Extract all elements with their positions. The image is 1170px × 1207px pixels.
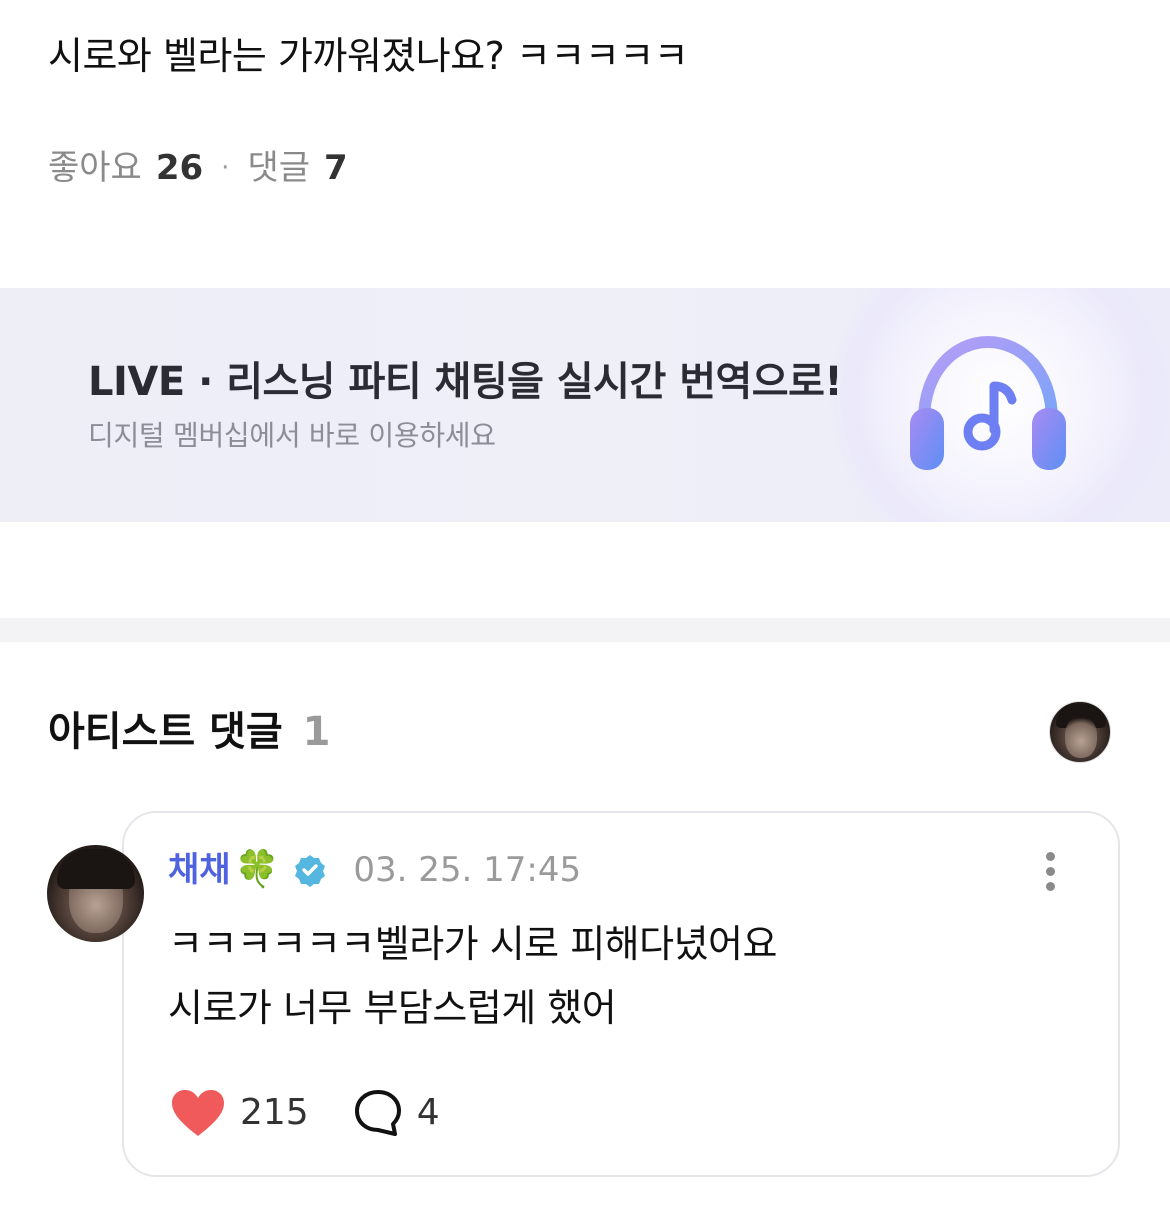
promo-banner[interactable]: LIVE · 리스닝 파티 채팅을 실시간 번역으로! 디지털 멤버십에서 바로… [0,288,1170,522]
verified-badge-icon [295,855,326,887]
comment-line-2: 시로가 너무 부담스럽게 했어 [168,986,617,1030]
section-divider [0,618,1170,642]
comment-author-name[interactable]: 채채 [168,846,231,894]
comment-body: ㅋㅋㅋㅋㅋㅋ벨라가 시로 피해다녔어요 시로가 너무 부담스럽게 했어 [168,912,777,1040]
banner-subtitle: 디지털 멤버십에서 바로 이용하세요 [88,419,496,452]
comment-timestamp: 03. 25. 17:45 [353,850,582,890]
likes-label[interactable]: 좋아요 [48,144,142,192]
likes-count[interactable]: 26 [156,144,203,192]
artist-comments-count: 1 [302,709,331,755]
comments-label[interactable]: 댓글 [247,144,310,192]
stats-separator: · [221,153,230,183]
artist-comments-title: 아티스트 댓글 [48,709,283,755]
like-count: 215 [240,1092,309,1133]
clover-icon: 🍀 [234,849,280,890]
comment-author-avatar[interactable] [47,845,144,942]
reply-count: 4 [416,1092,440,1133]
artist-comments-header: 아티스트 댓글 1 [48,706,331,758]
headphones-music-icon [910,335,1066,470]
comments-count[interactable]: 7 [324,144,348,192]
banner-title: LIVE · 리스닝 파티 채팅을 실시간 번역으로! [88,359,843,405]
post-stats: 좋아요 26 · 댓글 7 [48,144,348,192]
comment-line-1: ㅋㅋㅋㅋㅋㅋ벨라가 시로 피해다녔어요 [168,922,777,966]
comment-reactions: 215 4 [170,1088,440,1138]
more-options-icon[interactable] [1040,852,1060,892]
reply-bubble-icon[interactable] [353,1088,403,1138]
artist-avatar[interactable] [1049,701,1111,763]
comment-author-row: 채채 🍀 03. 25. 17:45 [168,846,581,894]
heart-icon[interactable] [170,1088,226,1138]
post-text: 시로와 벨라는 가까워졌나요? ㅋㅋㅋㅋㅋ [48,34,689,78]
